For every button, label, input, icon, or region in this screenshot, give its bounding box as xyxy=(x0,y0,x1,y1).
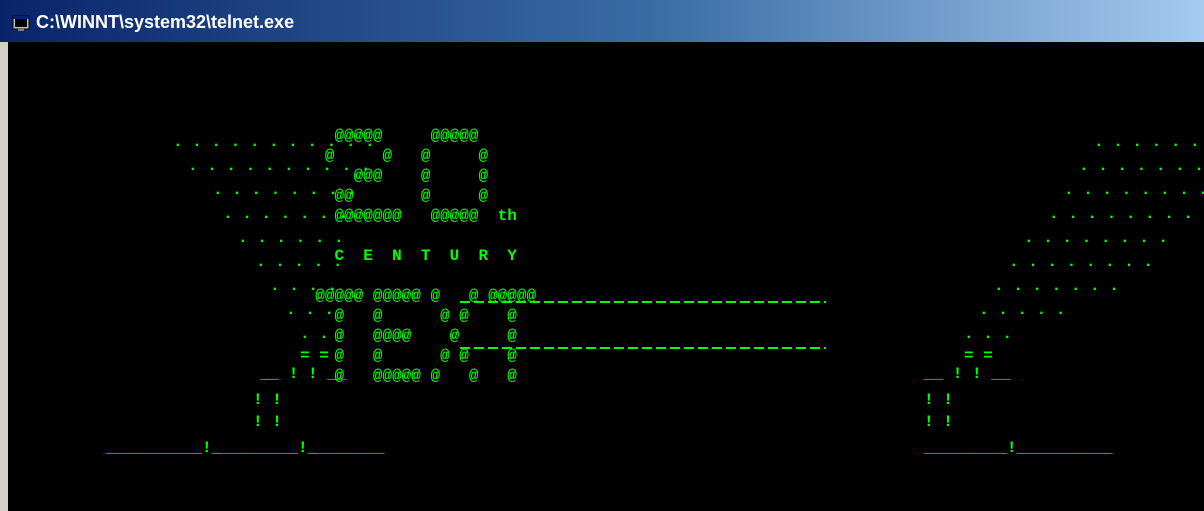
console-area[interactable]: . . . . . . . . . . . . . . . . . . . . … xyxy=(8,42,1204,511)
ascii-art-line: @ @@@@ @ @ xyxy=(8,327,517,345)
console-screen: @@@@@ @@@@@ @ @ @ @ @@@ @ @ @@ @ @ @@@@@… xyxy=(8,46,536,386)
ascii-art-line: @@ @ @ xyxy=(8,187,489,205)
ascii-art-line: @ @@@@@ @ @ @ xyxy=(8,367,517,385)
ascii-art-line: @@@@@ @@@@@ xyxy=(8,127,479,145)
ascii-art-line: @@@ @ @ xyxy=(8,167,489,185)
ascii-art-line: @@@@@@@ @@@@@ th xyxy=(8,207,517,225)
ascii-art-line: @ @ @ @ @ xyxy=(8,347,517,365)
ascii-art-line: @@@@@ @@@@@ @ @ @@@@@ xyxy=(8,287,537,305)
telnet-window: C:\WINNT\system32\telnet.exe . . . . . .… xyxy=(0,0,1204,511)
window-title: C:\WINNT\system32\telnet.exe xyxy=(36,12,295,32)
ascii-art-line: @ @ @ @ @ xyxy=(8,307,517,325)
century-banner-line: C E N T U R Y xyxy=(8,247,517,265)
console-window-icon[interactable] xyxy=(12,14,30,32)
title-bar[interactable]: C:\WINNT\system32\telnet.exe xyxy=(0,0,1204,42)
ascii-art-line: @ @ @ @ xyxy=(8,147,489,165)
